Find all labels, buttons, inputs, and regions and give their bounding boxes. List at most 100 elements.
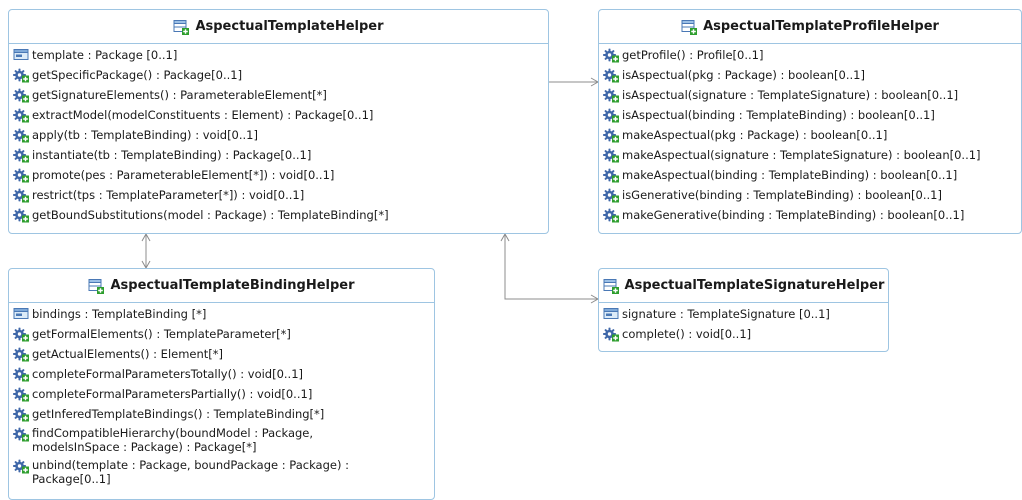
operation-row[interactable]: getSignatureElements() : ParameterableEl… — [13, 87, 548, 103]
operation-gear-icon — [13, 458, 29, 474]
member-list: bindings : TemplateBinding [*] getFormalE… — [9, 303, 434, 486]
operation-gear-icon — [13, 406, 29, 422]
operation-label: makeGenerative(binding : TemplateBinding… — [622, 208, 965, 222]
operation-gear-icon — [13, 147, 29, 163]
operation-label: isAspectual(binding : TemplateBinding) :… — [622, 108, 935, 122]
association-template-to-binding — [141, 232, 151, 270]
operation-row[interactable]: makeAspectual(pkg : Package) : boolean[0… — [603, 127, 1021, 143]
operation-row[interactable]: complete() : void[0..1] — [603, 326, 888, 342]
operation-label: getBoundSubstitutions(model : Package) :… — [32, 208, 389, 222]
operation-row[interactable]: isAspectual(binding : TemplateBinding) :… — [603, 107, 1021, 123]
operation-row[interactable]: getInferedTemplateBindings() : TemplateB… — [13, 406, 434, 422]
operation-row[interactable]: getBoundSubstitutions(model : Package) :… — [13, 207, 548, 223]
class-header: AspectualTemplateBindingHelper — [9, 269, 434, 303]
operation-row[interactable]: findCompatibleHierarchy(boundModel : Pac… — [13, 426, 434, 454]
class-aspectual-template-profile-helper[interactable]: AspectualTemplateProfileHelper getProfil… — [598, 9, 1022, 234]
operation-row[interactable]: completeFormalParametersPartially() : vo… — [13, 386, 434, 402]
operation-gear-icon — [603, 187, 619, 203]
class-aspectual-template-binding-helper[interactable]: AspectualTemplateBindingHelper bindings … — [8, 268, 435, 500]
class-icon — [173, 19, 190, 35]
operation-row[interactable]: makeGenerative(binding : TemplateBinding… — [603, 207, 1021, 223]
attribute-icon — [603, 306, 619, 322]
operation-row[interactable]: isGenerative(binding : TemplateBinding) … — [603, 187, 1021, 203]
operation-gear-icon — [603, 147, 619, 163]
operation-label: getFormalElements() : TemplateParameter[… — [32, 327, 291, 341]
operation-row[interactable]: extractModel(modelConstituents : Element… — [13, 107, 548, 123]
class-aspectual-template-helper[interactable]: AspectualTemplateHelper template : Packa… — [8, 9, 549, 234]
operation-label: isAspectual(pkg : Package) : boolean[0..… — [622, 68, 865, 82]
class-header: AspectualTemplateHelper — [9, 10, 548, 44]
operation-gear-icon — [13, 67, 29, 83]
operation-gear-icon — [603, 87, 619, 103]
operation-label: restrict(tps : TemplateParameter[*]) : v… — [32, 188, 305, 202]
operation-row[interactable]: completeFormalParametersTotally() : void… — [13, 366, 434, 382]
operation-row[interactable]: getProfile() : Profile[0..1] — [603, 47, 1021, 63]
operation-row[interactable]: instantiate(tb : TemplateBinding) : Pack… — [13, 147, 548, 163]
attribute-row[interactable]: template : Package [0..1] — [13, 47, 548, 63]
operation-gear-icon — [13, 426, 29, 442]
operation-gear-icon — [13, 167, 29, 183]
operation-gear-icon — [603, 326, 619, 342]
operation-label: apply(tb : TemplateBinding) : void[0..1] — [32, 128, 258, 142]
operation-gear-icon — [13, 187, 29, 203]
class-icon — [603, 278, 619, 294]
class-icon — [88, 278, 105, 294]
operation-label: makeAspectual(binding : TemplateBinding)… — [622, 168, 958, 182]
operation-row[interactable]: getSpecificPackage() : Package[0..1] — [13, 67, 548, 83]
attribute-row[interactable]: signature : TemplateSignature [0..1] — [603, 306, 888, 322]
class-name: AspectualTemplateSignatureHelper — [624, 278, 885, 293]
operation-row[interactable]: getFormalElements() : TemplateParameter[… — [13, 326, 434, 342]
operation-label: makeAspectual(signature : TemplateSignat… — [622, 148, 981, 162]
operation-label: completeFormalParametersTotally() : void… — [32, 367, 304, 381]
association-template-to-profile — [549, 77, 600, 87]
class-icon — [681, 19, 698, 35]
operation-gear-icon — [603, 207, 619, 223]
association-template-to-signature — [500, 232, 600, 304]
class-header: AspectualTemplateProfileHelper — [599, 10, 1021, 44]
operation-row[interactable]: isAspectual(pkg : Package) : boolean[0..… — [603, 67, 1021, 83]
class-header: AspectualTemplateSignatureHelper — [599, 269, 888, 303]
class-name: AspectualTemplateBindingHelper — [110, 278, 355, 293]
operation-gear-icon — [13, 366, 29, 382]
attribute-label: bindings : TemplateBinding [*] — [32, 307, 207, 321]
operation-label: promote(pes : ParameterableElement[*]) :… — [32, 168, 335, 182]
operation-gear-icon — [603, 167, 619, 183]
attribute-label: signature : TemplateSignature [0..1] — [622, 307, 830, 321]
operation-row[interactable]: getActualElements() : Element[*] — [13, 346, 434, 362]
operation-gear-icon — [13, 127, 29, 143]
operation-gear-icon — [13, 107, 29, 123]
attribute-icon — [13, 47, 29, 63]
operation-label: getProfile() : Profile[0..1] — [622, 48, 764, 62]
class-name: AspectualTemplateHelper — [195, 19, 384, 34]
class-name: AspectualTemplateProfileHelper — [703, 19, 939, 34]
member-list: template : Package [0..1] getSpecificPack… — [9, 44, 548, 223]
operation-label: getSpecificPackage() : Package[0..1] — [32, 68, 243, 82]
operation-row[interactable]: isAspectual(signature : TemplateSignatur… — [603, 87, 1021, 103]
attribute-row[interactable]: bindings : TemplateBinding [*] — [13, 306, 434, 322]
operation-label: getInferedTemplateBindings() : TemplateB… — [32, 407, 325, 421]
operation-row[interactable]: promote(pes : ParameterableElement[*]) :… — [13, 167, 548, 183]
operation-gear-icon — [603, 127, 619, 143]
operation-gear-icon — [13, 207, 29, 223]
operation-row[interactable]: makeAspectual(signature : TemplateSignat… — [603, 147, 1021, 163]
operation-row[interactable]: restrict(tps : TemplateParameter[*]) : v… — [13, 187, 548, 203]
operation-label: getActualElements() : Element[*] — [32, 347, 224, 361]
operation-row[interactable]: apply(tb : TemplateBinding) : void[0..1] — [13, 127, 548, 143]
operation-gear-icon — [603, 67, 619, 83]
class-aspectual-template-signature-helper[interactable]: AspectualTemplateSignatureHelper signatu… — [598, 268, 889, 352]
operation-row[interactable]: unbind(template : Package, boundPackage … — [13, 458, 434, 486]
operation-label: completeFormalParametersPartially() : vo… — [32, 387, 313, 401]
operation-row[interactable]: makeAspectual(binding : TemplateBinding)… — [603, 167, 1021, 183]
operation-label: instantiate(tb : TemplateBinding) : Pack… — [32, 148, 312, 162]
operation-gear-icon — [603, 107, 619, 123]
member-list: getProfile() : Profile[0..1] isAspectual(… — [599, 44, 1021, 223]
operation-gear-icon — [13, 326, 29, 342]
operation-label: makeAspectual(pkg : Package) : boolean[0… — [622, 128, 888, 142]
operation-label: getSignatureElements() : ParameterableEl… — [32, 88, 327, 102]
operation-gear-icon — [603, 47, 619, 63]
operation-label: isAspectual(signature : TemplateSignatur… — [622, 88, 959, 102]
attribute-icon — [13, 306, 29, 322]
operation-label: isGenerative(binding : TemplateBinding) … — [622, 188, 942, 202]
operation-label: extractModel(modelConstituents : Element… — [32, 108, 374, 122]
attribute-label: template : Package [0..1] — [32, 48, 178, 62]
